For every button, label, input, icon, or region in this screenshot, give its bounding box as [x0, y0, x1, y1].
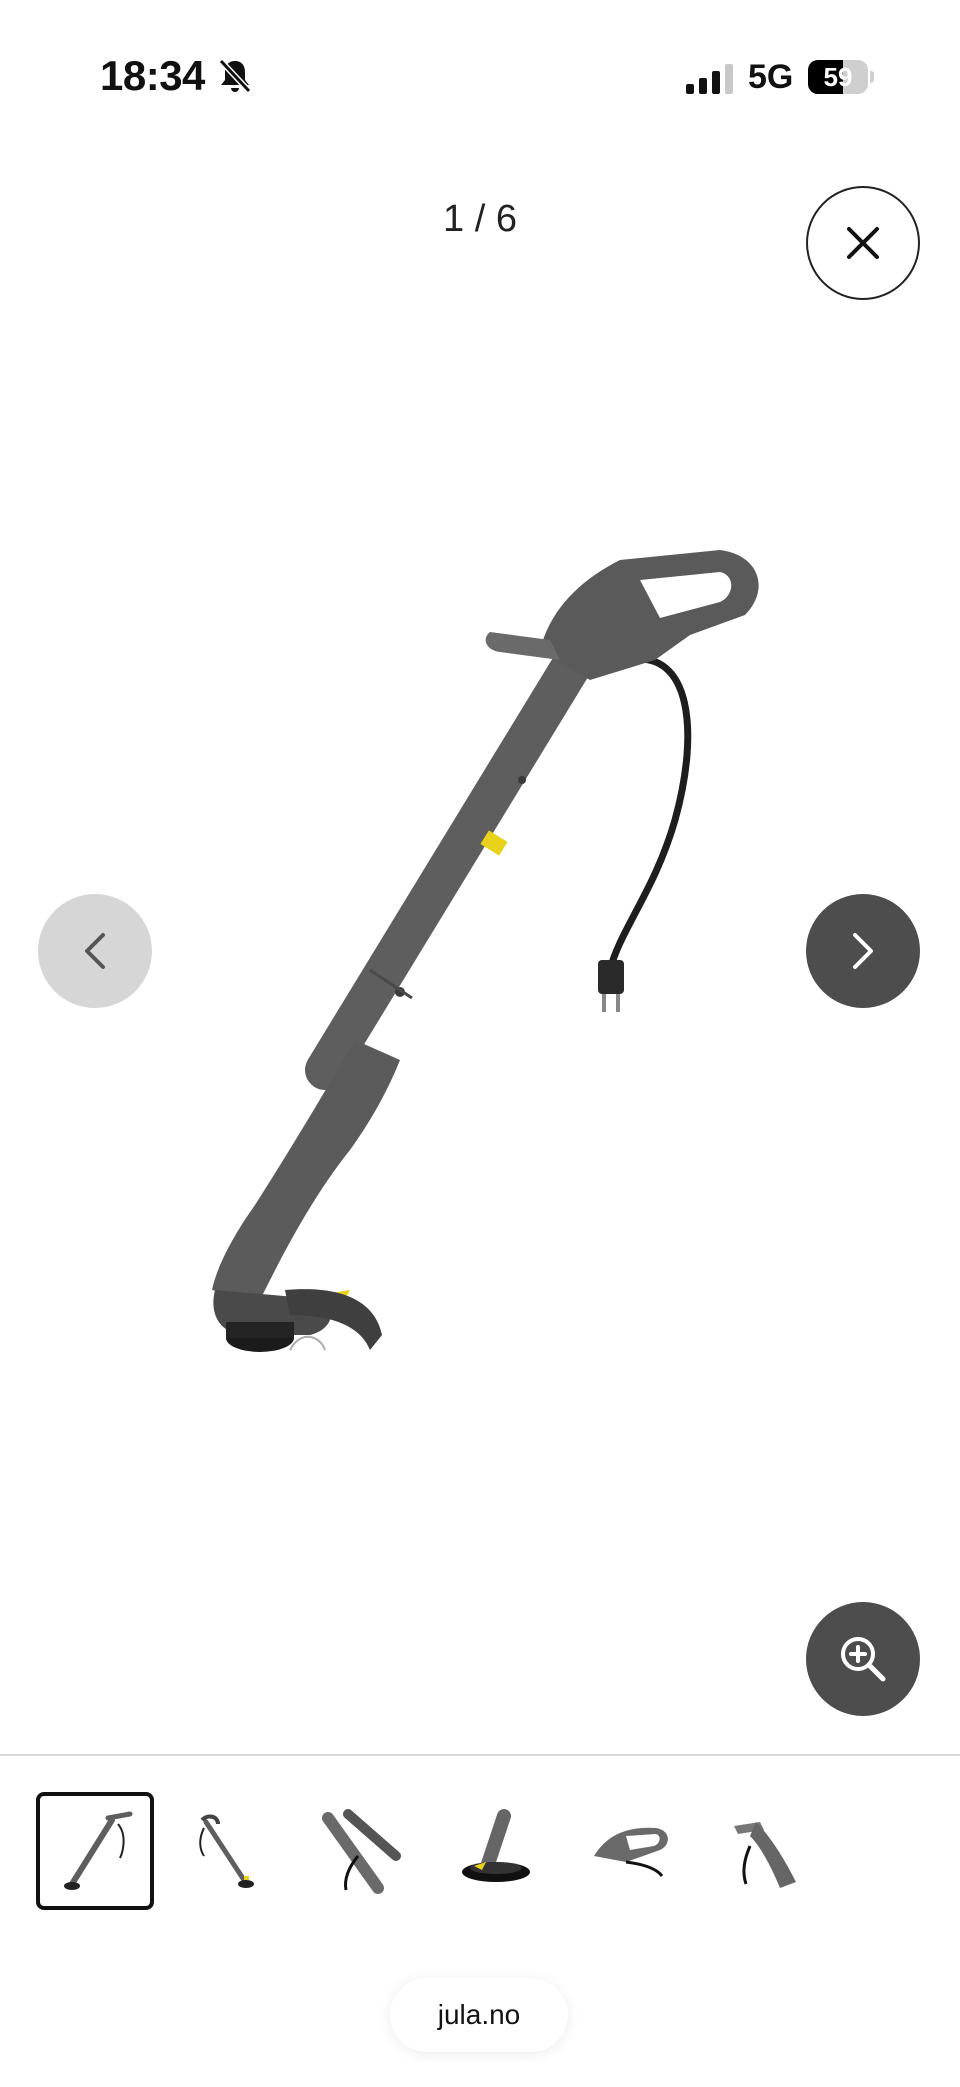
image-counter: 1 / 6 [443, 198, 517, 240]
browser-url[interactable]: jula.no [390, 1978, 568, 2052]
thumbnail-image [462, 1809, 530, 1882]
bell-slash-icon [218, 58, 252, 94]
zoom-button[interactable] [806, 1602, 920, 1716]
battery-percent: 59 [823, 62, 853, 92]
next-image-button[interactable] [806, 894, 920, 1008]
thumbnail-divider [0, 1754, 960, 1756]
thumbnail-6[interactable] [706, 1792, 824, 1910]
thumbnail-image [734, 1822, 796, 1888]
status-time: 18:34 [100, 52, 205, 99]
zoom-in-icon [841, 1637, 886, 1682]
thumbnail-5[interactable] [572, 1792, 690, 1910]
previous-image-button[interactable] [38, 894, 152, 1008]
thumbnail-image [594, 1827, 668, 1877]
thumbnail-3[interactable] [304, 1792, 422, 1910]
chevron-left-icon [85, 933, 105, 969]
thumbnail-image [199, 1814, 254, 1888]
battery-indicator: 59 [808, 60, 874, 94]
cellular-signal-icon [686, 64, 733, 94]
thumbnail-image [322, 1809, 401, 1894]
status-bar: 18:34 5G 59 [0, 0, 960, 150]
grass-trimmer-image[interactable] [120, 500, 840, 1400]
thumbnail-image [64, 1811, 133, 1890]
thumbnail-1[interactable] [36, 1792, 154, 1910]
thumbnail-4[interactable] [438, 1792, 556, 1910]
close-button[interactable] [806, 186, 920, 300]
close-icon [847, 227, 879, 259]
thumbnail-2[interactable] [170, 1792, 288, 1910]
network-type: 5G [748, 58, 794, 96]
chevron-right-icon [853, 933, 873, 969]
